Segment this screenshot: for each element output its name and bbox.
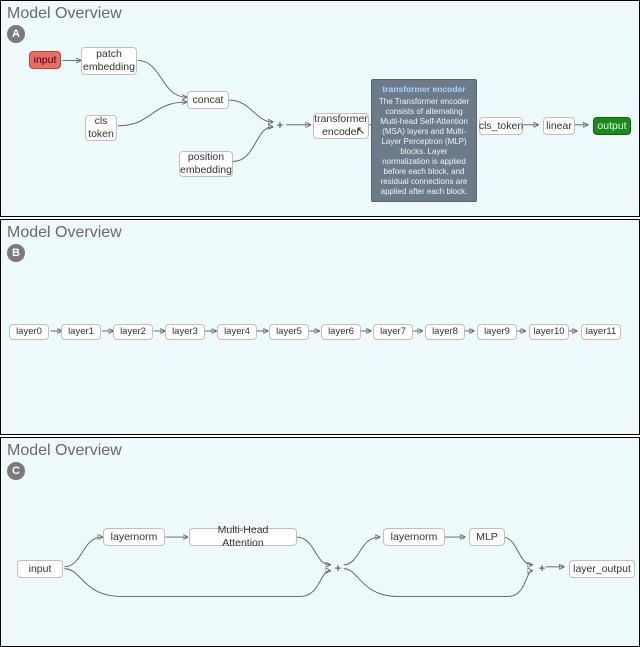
node-layer-output-label: layer_output xyxy=(573,563,631,576)
node-layer-0[interactable]: layer0 xyxy=(9,324,49,340)
node-patch-embedding-label: patch embedding xyxy=(83,48,135,73)
node-c-input-label: input xyxy=(29,563,52,576)
node-concat[interactable]: concat xyxy=(187,91,229,109)
node-layer-output[interactable]: layer_output xyxy=(569,560,635,578)
node-layer-3-label: layer3 xyxy=(172,326,198,337)
node-input[interactable]: input xyxy=(29,51,61,69)
node-cls-token-in[interactable]: cls token xyxy=(85,115,117,141)
node-layer-8-label: layer8 xyxy=(432,326,458,337)
node-layer-1[interactable]: layer1 xyxy=(61,324,101,340)
node-input-label: input xyxy=(34,54,57,67)
node-layer-1-label: layer1 xyxy=(68,326,94,337)
node-c-input[interactable]: input xyxy=(17,560,63,578)
node-layer-2-label: layer2 xyxy=(120,326,146,337)
plus-c2: + xyxy=(537,563,547,573)
node-linear-label: linear xyxy=(546,120,572,133)
node-layernorm1-label: layernorm xyxy=(111,531,158,544)
node-layer-2[interactable]: layer2 xyxy=(113,324,153,340)
plus-c1: + xyxy=(333,563,343,573)
node-layer-6[interactable]: layer6 xyxy=(321,324,361,340)
node-patch-embedding[interactable]: patch embedding xyxy=(81,47,137,75)
node-layer-10[interactable]: layer10 xyxy=(529,324,569,340)
node-mlp[interactable]: MLP xyxy=(469,528,505,546)
node-layernorm2[interactable]: layernorm xyxy=(383,528,445,546)
node-layer-0-label: layer0 xyxy=(16,326,42,337)
node-layer-7-label: layer7 xyxy=(380,326,406,337)
node-layer-10-label: layer10 xyxy=(533,326,564,337)
panel-a-title: Model Overview xyxy=(1,1,639,23)
panel-a-badge: A xyxy=(7,25,25,43)
plus-a: + xyxy=(275,120,285,130)
node-layer-7[interactable]: layer7 xyxy=(373,324,413,340)
node-transformer-encoder-label: transformer encoder xyxy=(314,113,368,138)
tooltip-transformer-encoder: transformer encoder The Transformer enco… xyxy=(371,79,477,202)
node-layer-3[interactable]: layer3 xyxy=(165,324,205,340)
panel-b-title: Model Overview xyxy=(1,220,639,242)
node-transformer-encoder[interactable]: transformer encoder xyxy=(313,113,369,139)
node-mha-label: Multi-Head Attention xyxy=(196,524,290,549)
node-cls-token-out[interactable]: cls_token xyxy=(479,117,523,135)
node-layer-9[interactable]: layer9 xyxy=(477,324,517,340)
node-layer-5[interactable]: layer5 xyxy=(269,324,309,340)
node-layer-8[interactable]: layer8 xyxy=(425,324,465,340)
node-cls-token-out-label: cls_token xyxy=(479,120,523,133)
node-mha[interactable]: Multi-Head Attention xyxy=(189,528,297,546)
node-layer-11-label: layer11 xyxy=(586,326,616,337)
panel-a: Model Overview A input patch embedding c… xyxy=(0,0,640,217)
node-layer-11[interactable]: layer11 xyxy=(581,324,621,340)
node-position-embedding-label: position embedding xyxy=(180,151,232,176)
panel-b: Model Overview B layer0 layer1 layer2 layer… xyxy=(0,219,640,435)
node-layernorm1[interactable]: layernorm xyxy=(103,528,165,546)
tooltip-title: transformer encoder xyxy=(378,84,470,95)
node-position-embedding[interactable]: position embedding xyxy=(179,151,233,177)
node-layer-4[interactable]: layer4 xyxy=(217,324,257,340)
node-concat-label: concat xyxy=(193,94,224,107)
node-output-label: output xyxy=(597,120,626,133)
node-output[interactable]: output xyxy=(593,117,631,135)
panel-b-badge: B xyxy=(7,244,25,262)
node-layer-4-label: layer4 xyxy=(224,326,250,337)
panel-c-badge: C xyxy=(7,462,25,480)
node-layernorm2-label: layernorm xyxy=(391,531,438,544)
panel-c-wires xyxy=(1,438,639,646)
node-layer-6-label: layer6 xyxy=(328,326,354,337)
panel-c-title: Model Overview xyxy=(1,438,639,460)
tooltip-body: The Transformer encoder consists of alte… xyxy=(379,97,469,196)
node-layer-9-label: layer9 xyxy=(484,326,510,337)
node-cls-token-in-label: cls token xyxy=(88,115,114,140)
panel-a-wires xyxy=(1,1,639,216)
node-layer-5-label: layer5 xyxy=(276,326,302,337)
panel-c: Model Overview C input layernorm Multi-H… xyxy=(0,437,640,647)
node-linear[interactable]: linear xyxy=(543,117,575,135)
node-mlp-label: MLP xyxy=(476,531,498,544)
